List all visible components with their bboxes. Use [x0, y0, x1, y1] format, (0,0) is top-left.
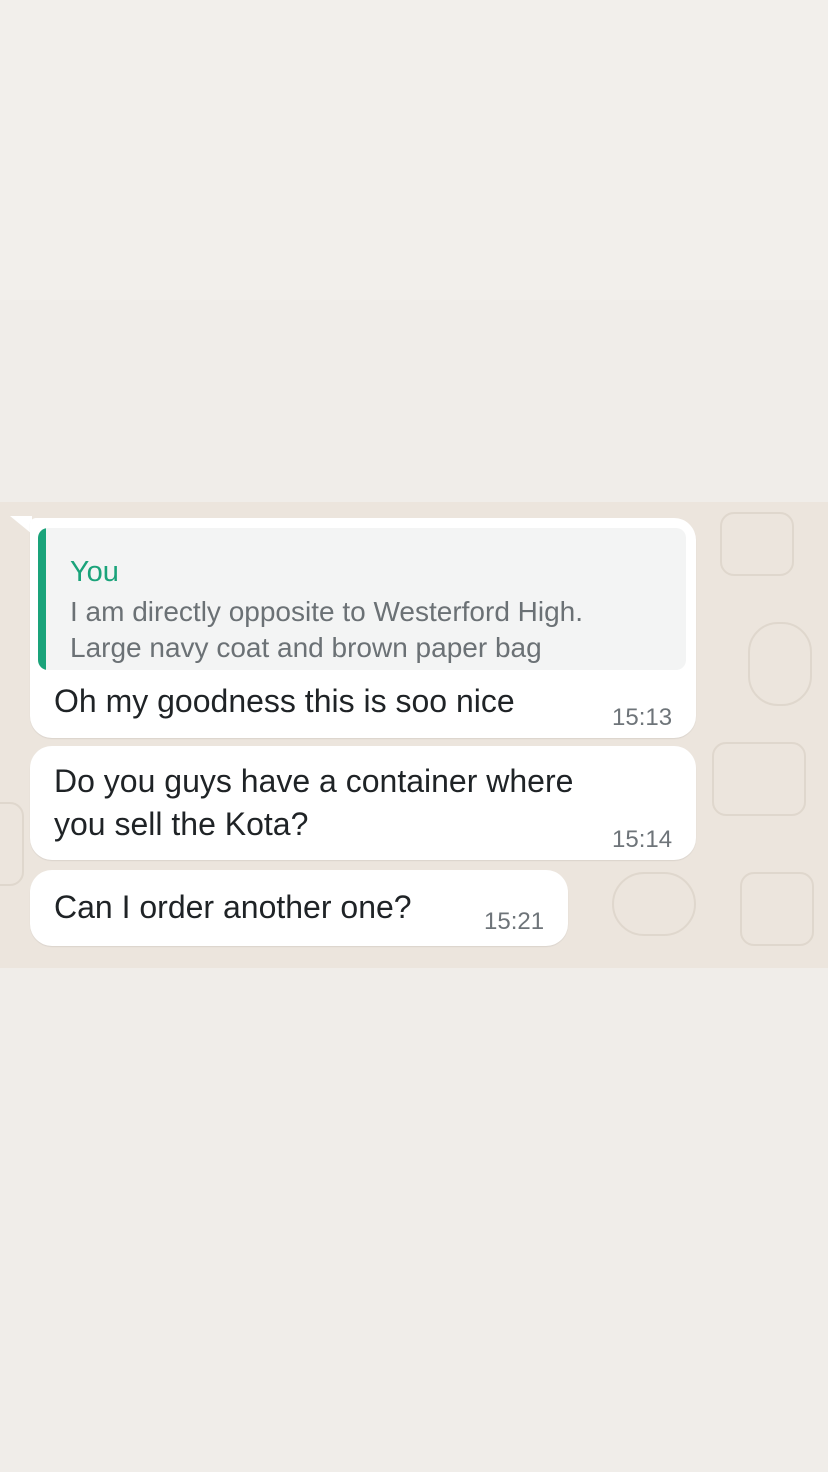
message-bubble[interactable]: You I am directly opposite to Westerford… — [30, 518, 696, 738]
wallpaper-doodle — [720, 512, 794, 576]
wallpaper-doodle — [712, 742, 806, 816]
wallpaper-doodle — [740, 872, 814, 946]
top-background — [0, 0, 828, 300]
wallpaper-doodle — [748, 622, 812, 706]
message-bubble[interactable]: Can I order another one? 15:21 — [30, 870, 568, 946]
message-time: 15:14 — [612, 826, 673, 853]
quote-text-line: I am directly opposite to Westerford Hig… — [70, 596, 584, 627]
quote-text: I am directly opposite to Westerford Hig… — [70, 594, 680, 666]
message-text-line: Do you guys have a container where — [54, 763, 574, 799]
quoted-message[interactable]: You I am directly opposite to Westerford… — [38, 528, 686, 670]
message-text-line: you sell the Kota? — [54, 806, 309, 842]
message-time: 15:21 — [484, 908, 545, 935]
message-text: Can I order another one? — [54, 889, 412, 925]
message-text: Do you guys have a container where you s… — [54, 760, 573, 846]
quote-author: You — [70, 556, 119, 588]
message-text: Oh my goodness this is soo nice — [54, 683, 515, 719]
chat-area[interactable]: You I am directly opposite to Westerford… — [0, 502, 828, 968]
quote-accent-bar — [38, 528, 46, 670]
wallpaper-doodle — [0, 802, 24, 886]
bubble-tail — [10, 516, 32, 534]
message-time: 15:13 — [612, 704, 673, 731]
quote-text-line: Large navy coat and brown paper bag — [70, 632, 542, 663]
message-bubble[interactable]: Do you guys have a container where you s… — [30, 746, 696, 860]
wallpaper-doodle — [612, 872, 696, 936]
